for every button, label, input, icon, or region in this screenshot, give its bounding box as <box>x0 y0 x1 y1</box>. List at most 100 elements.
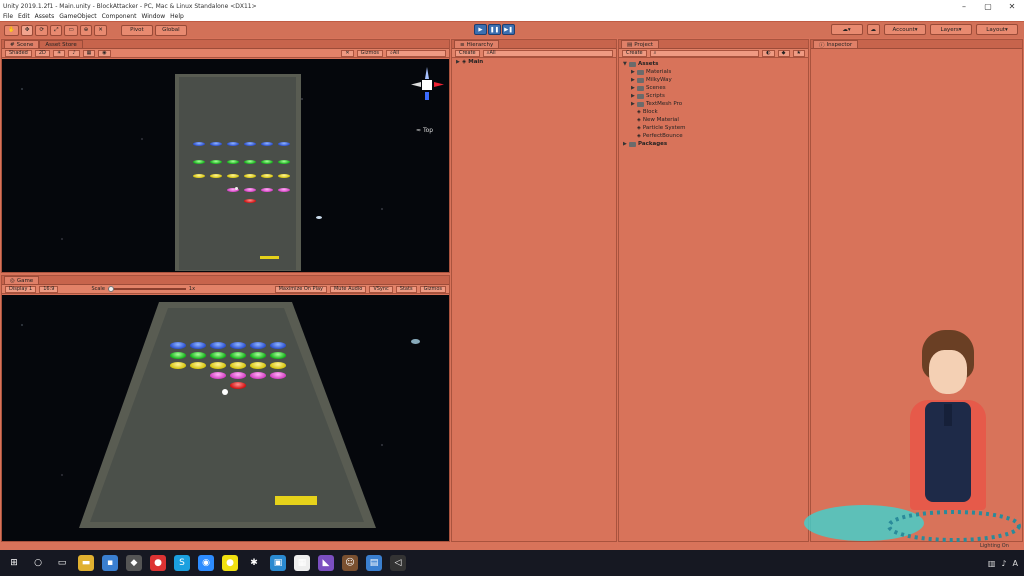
tab-scene[interactable]: # Scene <box>4 40 40 48</box>
minimize-button[interactable]: – <box>952 2 976 11</box>
aspect-dropdown[interactable]: 16:9 <box>39 285 59 293</box>
app-icon[interactable]: ▪ <box>102 555 118 571</box>
filter-by-label-button[interactable]: ◆ <box>777 49 790 57</box>
play-button[interactable]: ▶ <box>474 24 487 35</box>
menu-help[interactable]: Help <box>170 13 184 20</box>
pivot-toggle[interactable]: Pivot <box>120 24 153 36</box>
scale-tool-button[interactable]: ⤢ <box>50 24 63 36</box>
unity-hub-icon[interactable]: ◁ <box>390 555 406 571</box>
hierarchy-root-main[interactable]: ▶ ◈ Main <box>452 58 616 66</box>
scale-slider-handle[interactable] <box>107 286 114 292</box>
hand-tool-button[interactable]: ✋ <box>4 24 19 36</box>
hidden-count[interactable]: ◉ <box>98 49 111 57</box>
layout-dropdown[interactable]: Layout ▾ <box>976 24 1018 35</box>
custom-tool-button[interactable]: ✕ <box>94 24 107 36</box>
project-item[interactable]: ◈ PerfectBounce <box>619 132 808 140</box>
task-view-icon[interactable]: ▭ <box>54 555 70 571</box>
scale-slider[interactable] <box>107 286 186 292</box>
project-search[interactable]: ⌕ <box>649 49 760 57</box>
project-item[interactable]: ▶ Packages <box>619 140 808 148</box>
audio-toggle[interactable]: ♪ <box>68 49 80 57</box>
account-dropdown[interactable]: Account ▾ <box>884 24 926 35</box>
game-subbar: Display 1 16:9 Scale 1x Maximize On Play… <box>2 285 449 294</box>
menu-window[interactable]: Window <box>141 13 165 20</box>
project-create-button[interactable]: Create <box>622 49 647 57</box>
volume-icon[interactable]: ♪ <box>1001 559 1006 568</box>
layout-label: Layout <box>986 26 1005 33</box>
search-icon[interactable]: ○ <box>30 555 46 571</box>
maximize-on-play-toggle[interactable]: Maximize On Play <box>274 285 327 293</box>
game-brick <box>190 352 206 359</box>
circle-app-icon[interactable]: ● <box>222 555 238 571</box>
filter-by-type-button[interactable]: ◐ <box>762 49 775 57</box>
project-item[interactable]: ▶ MilkyWay <box>619 76 808 84</box>
camera-icon[interactable]: ◉ <box>198 555 214 571</box>
maximize-button[interactable]: ▢ <box>976 2 1000 11</box>
hierarchy-search[interactable]: ⌕ All <box>482 49 613 57</box>
game-gizmos-dropdown[interactable]: Gizmos <box>419 285 446 293</box>
photos-icon[interactable]: ▣ <box>270 555 286 571</box>
menu-assets[interactable]: Assets <box>35 13 55 20</box>
unity-icon[interactable]: ◆ <box>126 555 142 571</box>
layers-dropdown[interactable]: Layers ▾ <box>930 24 972 35</box>
gizmo-center <box>422 80 432 90</box>
2d-toggle[interactable]: 2D <box>34 49 50 57</box>
rect-tool-button[interactable]: ▭ <box>64 24 78 36</box>
cloud-button[interactable]: ☁ <box>866 24 880 35</box>
shading-dropdown[interactable]: Shaded <box>5 49 32 57</box>
lighting-toggle[interactable]: ☀ <box>52 49 66 57</box>
chrome-icon[interactable]: ● <box>150 555 166 571</box>
pause-button[interactable]: ❚❚ <box>488 24 501 35</box>
camera-settings-button[interactable]: ✕ <box>341 49 354 57</box>
project-item[interactable]: ▶ TextMesh Pro <box>619 100 808 108</box>
orientation-gizmo[interactable] <box>409 67 447 109</box>
file-explorer-icon[interactable]: ▬ <box>78 555 94 571</box>
windows-start-icon[interactable]: ⊞ <box>6 555 22 571</box>
gizmos-dropdown[interactable]: Gizmos <box>356 49 383 57</box>
menu-edit[interactable]: Edit <box>18 13 30 20</box>
system-tray[interactable]: ▥ ♪ A <box>988 559 1018 568</box>
tab-project[interactable]: ▤ Project <box>621 40 660 48</box>
tab-asset-store[interactable]: Asset Store <box>39 40 83 48</box>
transform-tool-button[interactable]: ⊕ <box>79 24 93 36</box>
collab-button[interactable]: ☁▾ <box>830 24 863 35</box>
scene-brick <box>244 174 256 178</box>
project-item[interactable]: ▶ Scripts <box>619 92 808 100</box>
vsync-toggle[interactable]: VSync <box>369 285 393 293</box>
scene-search[interactable]: ⌕ All <box>386 49 446 57</box>
stats-toggle[interactable]: Stats <box>395 285 417 293</box>
mute-audio-toggle[interactable]: Mute Audio <box>329 285 367 293</box>
scene-viewport[interactable]: ≈ Top <box>2 59 449 272</box>
star-app-icon[interactable]: ✱ <box>246 555 262 571</box>
scene-brick <box>261 174 273 178</box>
tab-game[interactable]: ◎ Game <box>4 276 40 284</box>
move-tool-button[interactable]: ✥ <box>20 24 34 36</box>
display-dropdown[interactable]: Display 1 <box>5 285 37 293</box>
project-item[interactable]: ▶ Materials <box>619 68 808 76</box>
visual-studio-icon[interactable]: ◣ <box>318 555 334 571</box>
network-icon[interactable]: ▥ <box>988 559 996 568</box>
skype-icon[interactable]: S <box>174 555 190 571</box>
rotate-tool-button[interactable]: ⟳ <box>35 24 49 36</box>
tab-inspector[interactable]: ⓘ Inspector <box>813 40 859 49</box>
avatar-app-icon[interactable]: ☺ <box>342 555 358 571</box>
window-app-icon[interactable]: ▦ <box>294 555 310 571</box>
global-toggle[interactable]: Global <box>154 24 187 36</box>
store-icon[interactable]: ▤ <box>366 555 382 571</box>
project-item[interactable]: ◈ Block <box>619 108 808 116</box>
step-button[interactable]: ▶❚ <box>502 24 515 35</box>
favorites-button[interactable]: ★ <box>792 49 805 57</box>
tab-hierarchy[interactable]: ≡ Hierarchy <box>454 40 500 48</box>
menu-file[interactable]: File <box>3 13 13 20</box>
effects-toggle[interactable]: ▦ <box>82 49 96 57</box>
project-item[interactable]: ▼ Assets <box>619 60 808 68</box>
menu-component[interactable]: Component <box>102 13 137 20</box>
project-item[interactable]: ◈ New Material <box>619 116 808 124</box>
menu-gameobject[interactable]: GameObject <box>59 13 96 20</box>
language-icon[interactable]: A <box>1013 559 1018 568</box>
close-button[interactable]: ✕ <box>1000 2 1024 11</box>
hierarchy-create-button[interactable]: Create <box>455 49 480 57</box>
project-item[interactable]: ▶ Scenes <box>619 84 808 92</box>
game-viewport[interactable] <box>2 295 449 541</box>
project-item[interactable]: ◈ Particle System <box>619 124 808 132</box>
